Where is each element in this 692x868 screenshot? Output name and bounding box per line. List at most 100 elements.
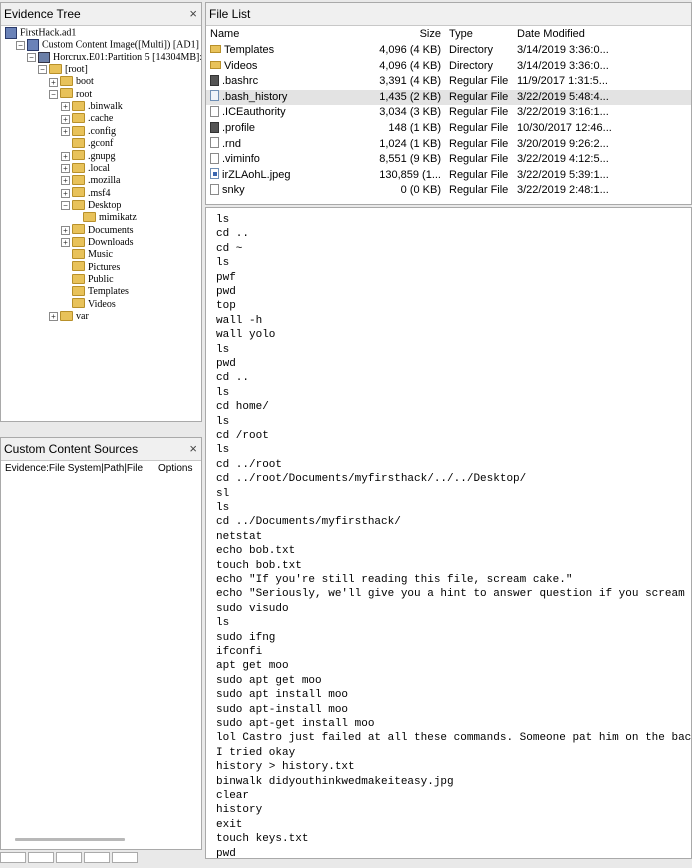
tree-node[interactable]: Pictures (61, 261, 121, 274)
tree-node[interactable]: + var (49, 310, 89, 323)
folder-icon (210, 45, 221, 54)
tree-node-label: Pictures (88, 261, 121, 273)
text-line: ls (216, 444, 230, 457)
tree-node[interactable]: + .cache (61, 113, 113, 125)
file-size: 130,859 (1... (379, 168, 441, 181)
text-line: ls (216, 617, 230, 630)
text-line: cd ../Documents/myfirsthack/ (216, 516, 401, 529)
tree-node[interactable]: + .config (61, 125, 117, 138)
folder-icon (72, 187, 85, 198)
close-icon[interactable]: × (189, 438, 197, 460)
horizontal-scrollbar[interactable] (15, 838, 125, 841)
tree-node[interactable]: .gconf (61, 137, 113, 150)
tree-node-label: Desktop (88, 199, 122, 211)
column-name[interactable]: Name (210, 25, 239, 43)
table-row[interactable]: .ICEauthority 3,034 (3 KB) Regular File 3/2… (206, 105, 691, 121)
expand-icon[interactable]: + (61, 176, 70, 186)
tree-node[interactable]: Templates (61, 286, 129, 298)
collapse-icon[interactable]: − (16, 40, 25, 50)
tree-node[interactable]: mimikatz (72, 211, 137, 224)
tree-node[interactable]: − Horcrux.E01:Partition 5 [14304MB]:NO (27, 52, 201, 64)
file-size: 4,096 (4 KB) (379, 59, 441, 72)
file-date-modified: 3/22/2019 3:16:1... (517, 106, 609, 119)
tree-node[interactable]: − [root] (38, 63, 88, 76)
close-icon[interactable]: × (189, 3, 197, 25)
table-row[interactable]: irZLAohL.jpeg 130,859 (1... Regular File 3/… (206, 168, 691, 184)
tab[interactable] (28, 852, 54, 863)
file-name-cell: .bashrc (210, 74, 258, 90)
column-evidence-path[interactable]: Evidence:File System|Path|File (5, 460, 143, 478)
tree-node[interactable]: Public (61, 273, 114, 286)
collapse-icon[interactable]: − (49, 89, 58, 99)
text-line: sl (216, 487, 230, 500)
text-line: I tried okay (216, 746, 296, 759)
tree-node[interactable]: FirstHack.ad1 (5, 27, 76, 39)
table-row[interactable]: .viminfo 8,551 (9 KB) Regular File 3/22/201… (206, 152, 691, 168)
tab[interactable] (56, 852, 82, 863)
table-row[interactable]: .profile 148 (1 KB) Regular File 10/30/2017… (206, 121, 691, 137)
collapse-icon[interactable]: − (38, 65, 47, 75)
tree-node[interactable]: + boot (49, 76, 94, 88)
tree-node[interactable]: + .msf4 (61, 187, 111, 200)
folder-icon (60, 76, 73, 87)
text-line: touch bob.txt (216, 559, 302, 572)
file-name-cell: .ICEauthority (210, 105, 286, 121)
expand-icon[interactable]: + (61, 127, 70, 136)
text-line: cd home/ (216, 401, 269, 414)
folder-icon (72, 150, 85, 161)
file-type: Regular File (449, 137, 509, 150)
tree-node[interactable]: + .mozilla (61, 174, 121, 187)
table-row[interactable]: .bash_history 1,435 (2 KB) Regular File 3/2… (206, 89, 691, 106)
expand-icon[interactable]: + (61, 188, 70, 198)
file-date-modified: 10/30/2017 12:46... (517, 122, 612, 134)
tab[interactable] (84, 852, 110, 863)
expand-icon[interactable]: + (61, 102, 70, 112)
column-date-modified[interactable]: Date Modified (517, 25, 585, 43)
expand-icon[interactable]: + (49, 77, 58, 87)
tab[interactable] (112, 852, 138, 863)
file-name-cell: irZLAohL.jpeg (210, 168, 291, 184)
expand-icon[interactable]: + (61, 164, 70, 174)
collapse-icon[interactable]: − (61, 201, 70, 211)
custom-content-panel: Custom Content Sources × Evidence:File S… (0, 437, 202, 850)
expand-icon[interactable]: + (61, 225, 70, 235)
tree-node[interactable]: + .binwalk (61, 100, 123, 113)
tree-node-label: mimikatz (99, 212, 137, 224)
column-options[interactable]: Options (158, 460, 192, 478)
file-content-viewer[interactable]: ls cd .. cd ~ ls pwf pwd top wall -h wall yolo ls… (205, 207, 692, 859)
tree-node[interactable]: Videos (61, 298, 116, 311)
tree-node[interactable]: − Custom Content Image([Multi]) [AD1] (16, 39, 199, 52)
image-icon (27, 39, 39, 52)
tree-node-label: .config (88, 125, 117, 137)
tree-node[interactable]: + .gnupg (61, 150, 116, 163)
folder-icon (72, 162, 85, 173)
table-row[interactable]: Templates 4,096 (4 KB) Directory 3/14/2019 … (206, 43, 691, 59)
tree-node[interactable]: + Documents (61, 224, 134, 237)
table-row[interactable]: .bashrc 3,391 (4 KB) Regular File 11/9/2017… (206, 74, 691, 90)
tree-node[interactable]: + .local (61, 162, 110, 175)
custom-content-title: Custom Content Sources (4, 442, 139, 456)
expand-icon[interactable]: + (61, 238, 70, 248)
folder-icon (60, 88, 73, 99)
expand-icon[interactable]: + (61, 151, 70, 161)
table-row[interactable]: .rnd 1,024 (1 KB) Regular File 3/20/2019 9:… (206, 137, 691, 153)
tree-node[interactable]: − root (49, 88, 92, 101)
column-type[interactable]: Type (449, 25, 473, 43)
collapse-icon[interactable]: − (27, 52, 36, 62)
text-line: sudo apt-get install moo (216, 718, 375, 730)
evidence-icon (5, 27, 17, 39)
evidence-tree-panel: Evidence Tree × FirstHack.ad1− Custom Con… (0, 2, 202, 422)
file-name: .profile (222, 122, 256, 134)
tree-node[interactable]: + Downloads (61, 236, 134, 249)
tree-node[interactable]: − Desktop (61, 199, 122, 212)
tab[interactable] (0, 852, 26, 863)
text-line: binwalk didyouthinkwedmakeiteasy.jpg (216, 775, 454, 788)
text-line: wall yolo (216, 329, 276, 342)
expand-icon[interactable]: + (61, 114, 70, 124)
text-line: apt get moo (216, 660, 289, 673)
table-row[interactable]: Videos 4,096 (4 KB) Directory 3/14/2019 3:3… (206, 59, 691, 75)
column-size[interactable]: Size (420, 25, 441, 43)
expand-icon[interactable]: + (49, 312, 58, 322)
table-row[interactable]: snky 0 (0 KB) Regular File 3/22/2019 2:48:1… (206, 183, 691, 199)
tree-node[interactable]: Music (61, 249, 113, 261)
